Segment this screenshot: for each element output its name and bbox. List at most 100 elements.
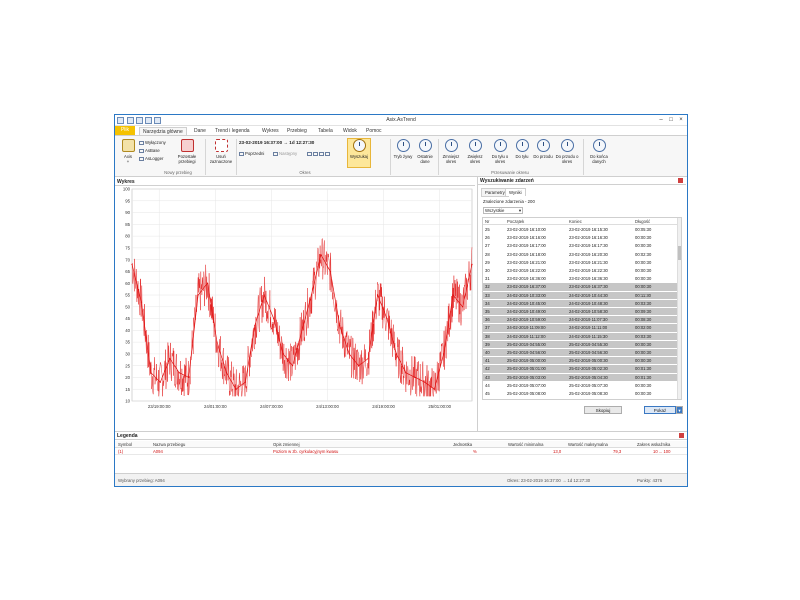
legend-symbol: (1) bbox=[118, 449, 124, 454]
table-row[interactable]: 31 23-02-2019 16:36:00 23-02-2019 16:36:30… bbox=[483, 275, 679, 282]
cell-poczatek: 24-02-2019 10:33:00 bbox=[507, 292, 546, 298]
data-point bbox=[254, 325, 256, 327]
table-row[interactable]: 39 25-02-2019 04:55:00 25-02-2019 04:55:30… bbox=[483, 340, 679, 349]
maximize-icon[interactable]: □ bbox=[666, 116, 676, 124]
do-tylu-button[interactable]: Do tyłu bbox=[513, 139, 531, 159]
tab-widok[interactable]: Widok bbox=[340, 127, 360, 135]
search-panel-title: Wyszukiwanie zdarzeń bbox=[478, 177, 686, 185]
table-row[interactable]: 35 24-02-2019 10:49:00 24-02-2019 10:58:30… bbox=[483, 308, 679, 316]
cell-dlugosc: 00:03:30 bbox=[635, 300, 652, 306]
data-point bbox=[414, 376, 416, 379]
table-row[interactable]: 32 23-02-2019 16:37:00 23-02-2019 16:37:30… bbox=[483, 283, 679, 291]
calendar-icon bbox=[319, 151, 324, 156]
x-tick-label: 25/01:00:00 bbox=[428, 404, 451, 409]
table-header: Nr Początek Koniec Długość bbox=[483, 218, 679, 225]
data-point bbox=[131, 263, 133, 265]
tab-plik[interactable]: Plik bbox=[115, 126, 135, 135]
nastepny-button[interactable]: Następny bbox=[273, 151, 297, 156]
do-tylu-okres-button[interactable]: Do tyłu o okres bbox=[489, 139, 511, 164]
legend-row[interactable]: (1) A094 Poziom w zb. cyrkulacyjnym kwas… bbox=[115, 448, 687, 455]
group-nowy-label: Nowy przebieg bbox=[164, 170, 192, 175]
table-row[interactable]: 27 23-02-2019 16:17:00 23-02-2019 16:17:30… bbox=[483, 242, 679, 249]
tab-narzedzia[interactable]: Narzędzia główne bbox=[139, 127, 187, 135]
date-range[interactable]: 23-02-2019 16:37:00 → 1d 12:27:30 bbox=[239, 140, 314, 145]
close-icon[interactable]: × bbox=[676, 116, 686, 124]
usun-button[interactable]: Usuń zaznaczone bbox=[208, 139, 234, 164]
wylaczony-label: Wyłączony bbox=[145, 140, 166, 145]
tab-tabela[interactable]: Tabela bbox=[315, 127, 336, 135]
close-icon[interactable] bbox=[679, 433, 684, 438]
cell-koniec: 24-02-2019 11:11:00 bbox=[569, 325, 608, 331]
x-tick-label: 24/19:00:00 bbox=[372, 404, 395, 409]
do-przodu-button[interactable]: Do przodu bbox=[533, 139, 553, 159]
table-row[interactable]: 45 25-02-2019 05:08:00 25-02-2019 05:08:30… bbox=[483, 390, 679, 397]
ostatnie-button[interactable]: Ostatnie dane bbox=[414, 139, 436, 164]
table-row[interactable]: 42 25-02-2019 05:01:00 25-02-2019 05:02:30… bbox=[483, 365, 679, 373]
zmniejsz-button[interactable]: Zmniejsz okres bbox=[440, 139, 462, 164]
asbase-option[interactable]: AsBase bbox=[139, 148, 160, 153]
zwieksz-button[interactable]: Zwiększ okres bbox=[464, 139, 486, 164]
cell-koniec: 25-02-2019 05:00:30 bbox=[569, 358, 608, 364]
axis-button[interactable]: Axis + bbox=[119, 139, 137, 164]
data-point bbox=[273, 317, 275, 320]
scroll-thumb[interactable] bbox=[678, 246, 681, 260]
y-tick-label: 40 bbox=[125, 328, 130, 333]
search-panel: Wyszukiwanie zdarzeń Parametry Wyniki Zn… bbox=[477, 177, 687, 443]
tab-dane[interactable]: Dane bbox=[191, 127, 209, 135]
table-row[interactable]: 26 23-02-2019 16:16:00 23-02-2019 16:16:30… bbox=[483, 234, 679, 241]
close-icon[interactable] bbox=[678, 178, 683, 183]
data-point bbox=[263, 294, 265, 296]
cell-poczatek: 23-02-2019 16:10:00 bbox=[507, 227, 546, 232]
tryb-button[interactable]: Tryb żywy bbox=[393, 139, 413, 159]
filter-select[interactable]: Wszystkie ▾ bbox=[483, 207, 523, 214]
wylaczony-option[interactable]: Wyłączony bbox=[139, 140, 166, 145]
x-tick-label: 24/13:00:00 bbox=[316, 404, 339, 409]
app-window: Asix.AsTrend – □ × Plik Narzędzia główne… bbox=[114, 114, 688, 487]
table-row[interactable]: 29 23-02-2019 16:21:00 23-02-2019 16:21:30… bbox=[483, 259, 679, 266]
table-row[interactable]: 30 23-02-2019 16:22:00 23-02-2019 16:22:30… bbox=[483, 267, 679, 274]
tab-trend[interactable]: Trend i legenda bbox=[212, 127, 253, 135]
y-tick-label: 35 bbox=[125, 340, 130, 345]
pozostale-button[interactable]: Pozostałe przebiegi bbox=[173, 139, 201, 164]
minimize-icon[interactable]: – bbox=[656, 116, 666, 124]
cell-nr: 31 bbox=[485, 276, 490, 282]
status-bar: Wybrany przebieg: A094 Okres: 23-02-2019… bbox=[115, 473, 687, 486]
do-konca-button[interactable]: Do końca danych bbox=[587, 139, 611, 164]
data-point bbox=[244, 381, 246, 383]
tab-wykres[interactable]: Wykres bbox=[259, 127, 282, 135]
do-przodu-okres-button[interactable]: Do przodu o okres bbox=[555, 139, 579, 164]
cell-dlugosc: 00:00:30 bbox=[635, 284, 652, 290]
pokaz-button[interactable]: Pokaż bbox=[644, 406, 676, 414]
table-row[interactable]: 44 25-02-2019 05:07:00 25-02-2019 05:07:30… bbox=[483, 382, 679, 389]
table-row[interactable]: 34 24-02-2019 10:45:00 24-02-2019 10:48:30… bbox=[483, 299, 679, 308]
poprzedni-button[interactable]: Poprzedni bbox=[239, 151, 264, 156]
trend-chart[interactable]: 10 15 20 25 30 35 40 45 50 55 60 65 70 75 80 85 90 95 100 2… bbox=[116, 185, 474, 443]
table-row[interactable]: 41 25-02-2019 05:00:00 25-02-2019 05:00:30… bbox=[483, 357, 679, 365]
table-row[interactable]: 33 24-02-2019 10:33:00 24-02-2019 10:44:30… bbox=[483, 291, 679, 299]
data-point bbox=[367, 358, 369, 360]
table-scrollbar[interactable] bbox=[677, 218, 681, 399]
data-point bbox=[282, 353, 284, 355]
aslogger-option[interactable]: AsLogger bbox=[139, 156, 163, 161]
cell-poczatek: 24-02-2019 10:59:00 bbox=[507, 317, 546, 323]
wyszukaj-button[interactable]: Wyszukaj bbox=[347, 138, 371, 168]
tab-pomoc[interactable]: Pomoc bbox=[363, 127, 385, 135]
y-tick-label: 30 bbox=[125, 351, 130, 356]
tab-przebieg[interactable]: Przebieg bbox=[284, 127, 310, 135]
table-row[interactable]: 36 24-02-2019 10:59:00 24-02-2019 11:07:30… bbox=[483, 316, 679, 324]
table-row[interactable]: 28 23-02-2019 16:18:00 23-02-2019 16:20:30… bbox=[483, 251, 679, 258]
table-row[interactable]: 37 24-02-2019 11:09:00 24-02-2019 11:11:00… bbox=[483, 324, 679, 332]
table-row[interactable]: 40 25-02-2019 04:56:00 25-02-2019 04:56:30… bbox=[483, 349, 679, 357]
pokaz-dropdown[interactable]: ▾ bbox=[676, 406, 683, 414]
data-point bbox=[329, 270, 331, 273]
cell-koniec: 25-02-2019 05:04:30 bbox=[569, 374, 608, 380]
period-icons[interactable] bbox=[307, 151, 331, 156]
table-row[interactable]: 43 25-02-2019 05:03:00 25-02-2019 05:04:30… bbox=[483, 373, 679, 381]
table-row[interactable]: 25 23-02-2019 16:10:00 23-02-2019 16:15:30… bbox=[483, 226, 679, 233]
tab-wyniki[interactable]: Wyniki bbox=[505, 188, 526, 196]
header-poczatek: Początek bbox=[507, 219, 525, 224]
cell-dlugosc: 00:00:30 bbox=[635, 259, 652, 265]
skopiuj-button[interactable]: Skopiuj bbox=[584, 406, 622, 414]
table-row[interactable]: 38 24-02-2019 11:12:00 24-02-2019 11:15:30… bbox=[483, 332, 679, 340]
cell-nr: 26 bbox=[485, 235, 490, 241]
